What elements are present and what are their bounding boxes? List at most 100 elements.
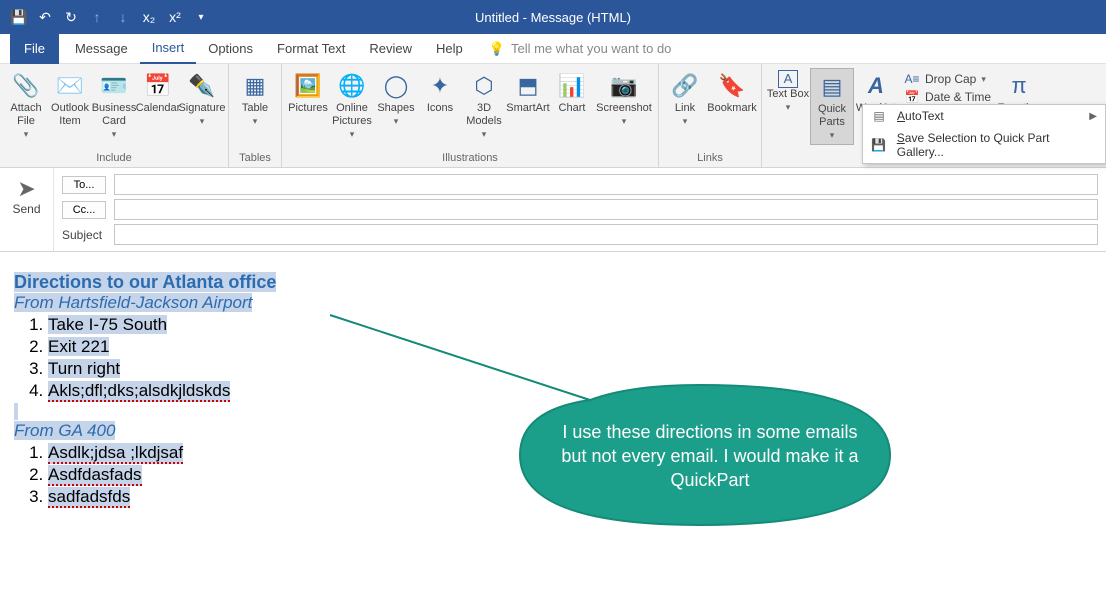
title-bar: 💾 ↶ ↻ ↑ ↓ x₂ x² ▾ Untitled - Message (HT…	[0, 0, 1106, 34]
cc-button[interactable]: Cc...	[62, 201, 106, 219]
group-label-links: Links	[697, 150, 723, 167]
3d-models-button[interactable]: ⬡3D Models▾	[462, 68, 506, 143]
body-title: Directions to our Atlanta office	[14, 272, 276, 292]
send-button[interactable]: ➤ Send	[4, 176, 49, 216]
screenshot-button[interactable]: 📷Screenshot▾	[594, 68, 654, 130]
body-from1: From Hartsfield-Jackson Airport	[14, 293, 252, 312]
arrow-up-icon[interactable]: ↑	[86, 6, 108, 28]
list-item: Take I-75 South	[48, 315, 167, 334]
quick-parts-dropdown: ▤ AutoText ▶ 💾 Save Selection to Quick P…	[862, 104, 1106, 164]
cc-input[interactable]	[114, 199, 1098, 220]
list-item: Asdfdasfads	[48, 465, 142, 486]
icons-icon: ✦	[431, 70, 449, 102]
arrow-down-icon[interactable]: ↓	[112, 6, 134, 28]
business-card-button[interactable]: 🪪Business Card▾	[92, 68, 136, 143]
table-icon: ▦	[245, 70, 266, 102]
pictures-button[interactable]: 🖼️Pictures	[286, 68, 330, 117]
tab-file[interactable]: File	[10, 34, 59, 64]
message-body[interactable]: Directions to our Atlanta office From Ha…	[0, 252, 1106, 529]
online-pictures-button[interactable]: 🌐Online Pictures▾	[330, 68, 374, 143]
table-button[interactable]: ▦Table▾	[233, 68, 277, 130]
list-item: Asdlk;jdsa ;lkdjsaf	[48, 443, 183, 464]
quick-parts-button[interactable]: ▤Quick Parts▾	[810, 68, 854, 145]
outlook-item-button[interactable]: ✉️Outlook Item	[48, 68, 92, 130]
redo-icon[interactable]: ↻	[60, 6, 82, 28]
paperclip-icon: 📎	[12, 70, 39, 102]
signature-button[interactable]: ✒️Signature▾	[180, 68, 224, 130]
tab-options[interactable]: Options	[196, 34, 265, 64]
lightbulb-icon: 💡	[489, 41, 505, 57]
datetime-icon: 📅	[904, 90, 920, 104]
list-item: Turn right	[48, 359, 120, 378]
calendar-icon: 📅	[144, 70, 171, 102]
link-icon: 🔗	[671, 70, 698, 102]
tab-review[interactable]: Review	[357, 34, 424, 64]
send-icon: ➤	[4, 176, 49, 202]
card-icon: 🪪	[100, 70, 127, 102]
to-button[interactable]: To...	[62, 176, 106, 194]
subject-label: Subject	[62, 228, 106, 242]
signature-icon: ✒️	[188, 70, 215, 102]
smartart-icon: ⬒	[518, 70, 539, 102]
autotext-icon: ▤	[871, 109, 887, 123]
group-label-include: Include	[96, 150, 131, 167]
tab-format-text[interactable]: Format Text	[265, 34, 357, 64]
group-links: 🔗Link▾ 🔖Bookmark Links	[659, 64, 762, 167]
group-label-tables: Tables	[239, 150, 271, 167]
subject-input[interactable]	[114, 224, 1098, 245]
list-item: Exit 221	[48, 337, 109, 356]
autotext-menu-item[interactable]: ▤ AutoText ▶	[863, 105, 1105, 127]
quickparts-icon: ▤	[822, 71, 843, 103]
attach-file-button[interactable]: 📎Attach File▾	[4, 68, 48, 143]
envelope-icon: ✉️	[56, 70, 83, 102]
text-box-button[interactable]: AText Box▾	[766, 68, 810, 116]
tab-help[interactable]: Help	[424, 34, 475, 64]
drop-cap-button[interactable]: A≡Drop Cap ▾	[902, 70, 993, 88]
smartart-button[interactable]: ⬒SmartArt	[506, 68, 550, 117]
calendar-button[interactable]: 📅Calendar	[136, 68, 180, 117]
compose-header: ➤ Send To... Cc... Subject	[0, 168, 1106, 252]
ribbon-tabs: File Message Insert Options Format Text …	[0, 34, 1106, 64]
tell-me-search[interactable]: 💡 Tell me what you want to do	[489, 41, 672, 57]
chart-button[interactable]: 📊Chart	[550, 68, 594, 117]
quick-access-toolbar: 💾 ↶ ↻ ↑ ↓ x₂ x² ▾	[0, 6, 220, 28]
compose-fields: To... Cc... Subject	[54, 168, 1106, 251]
tab-message[interactable]: Message	[63, 34, 140, 64]
list-item: Akls;dfl;dks;alsdkjldskds	[48, 381, 230, 402]
superscript-icon[interactable]: x²	[164, 6, 186, 28]
tell-me-placeholder: Tell me what you want to do	[511, 41, 671, 56]
dropcap-icon: A≡	[904, 72, 920, 86]
shapes-icon: ◯	[384, 70, 409, 102]
shapes-button[interactable]: ◯Shapes▾	[374, 68, 418, 130]
link-button[interactable]: 🔗Link▾	[663, 68, 707, 130]
chart-icon: 📊	[558, 70, 585, 102]
group-label-illustrations: Illustrations	[442, 150, 498, 167]
subscript-icon[interactable]: x₂	[138, 6, 160, 28]
bookmark-icon: 🔖	[718, 70, 745, 102]
list-item: sadfadsfds	[48, 487, 130, 508]
textbox-icon: A	[778, 70, 798, 88]
group-illustrations: 🖼️Pictures 🌐Online Pictures▾ ◯Shapes▾ ✦I…	[282, 64, 659, 167]
save-icon: 💾	[871, 138, 887, 152]
directions-list-2: Asdlk;jdsa ;lkdjsaf Asdfdasfads sadfadsf…	[48, 443, 1092, 507]
cube-icon: ⬡	[474, 70, 493, 102]
screenshot-icon: 📷	[610, 70, 637, 102]
to-input[interactable]	[114, 174, 1098, 195]
send-area: ➤ Send	[0, 168, 54, 251]
save-icon[interactable]: 💾	[8, 6, 30, 28]
save-selection-menu-item[interactable]: 💾 Save Selection to Quick Part Gallery..…	[863, 127, 1105, 163]
qat-more-icon[interactable]: ▾	[190, 6, 212, 28]
group-include: 📎Attach File▾ ✉️Outlook Item 🪪Business C…	[0, 64, 229, 167]
chevron-right-icon: ▶	[1089, 111, 1097, 122]
group-tables: ▦Table▾ Tables	[229, 64, 282, 167]
directions-list-1: Take I-75 South Exit 221 Turn right Akls…	[48, 315, 1092, 401]
picture-icon: 🖼️	[294, 70, 321, 102]
bookmark-button[interactable]: 🔖Bookmark	[707, 68, 757, 117]
equation-icon: π	[1011, 70, 1026, 102]
wordart-icon: A	[868, 70, 884, 102]
undo-icon[interactable]: ↶	[34, 6, 56, 28]
online-picture-icon: 🌐	[338, 70, 365, 102]
tab-insert[interactable]: Insert	[140, 34, 197, 64]
body-from2: From GA 400	[14, 421, 115, 440]
icons-button[interactable]: ✦Icons	[418, 68, 462, 117]
